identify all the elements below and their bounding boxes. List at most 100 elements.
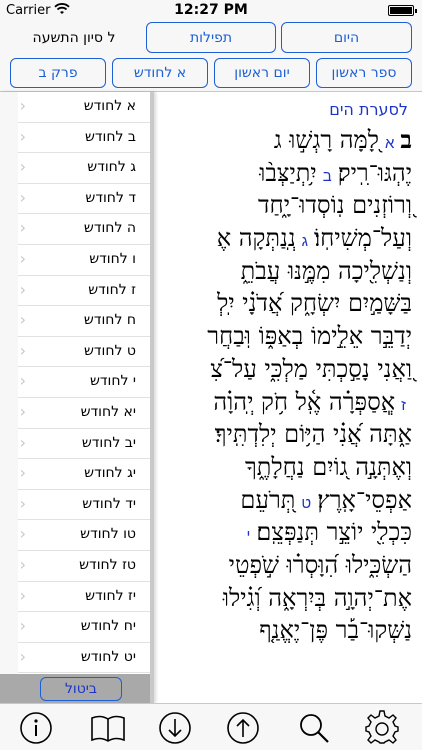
list-item-label: יד לחודש (82, 495, 136, 512)
list-item[interactable]: › יא לחודש (18, 398, 150, 429)
verse-text: וְעַל־מְשִׁיחֽוֹ׃ (314, 224, 412, 253)
verse-number[interactable]: א (385, 135, 394, 152)
list-item[interactable]: › יב לחודש (18, 429, 150, 460)
status-bar: Carrier 12:27 PM (0, 0, 422, 20)
hebrew-date: ל סיון התשעה (32, 30, 116, 46)
list-item-label: טו לחודש (80, 526, 136, 543)
list-item[interactable]: › יח לחודש (18, 612, 150, 643)
list-item[interactable]: › יז לחודש (18, 582, 150, 613)
chevron-right-icon: › (19, 157, 26, 177)
chevron-right-icon: › (19, 463, 26, 483)
verse-text: אַפְסֵי־אָֽרֶץ׃ (317, 485, 412, 514)
list-item[interactable]: › ח לחודש (18, 306, 150, 337)
chevron-right-icon: › (19, 126, 26, 146)
list-item[interactable]: › ה לחודש (18, 214, 150, 245)
list-item[interactable]: › א לחודש (18, 92, 150, 123)
list-item[interactable]: › י לחודש (18, 367, 150, 398)
chevron-right-icon: › (19, 646, 26, 666)
chevron-right-icon: › (19, 310, 26, 330)
list-item-label: ד לחודש (85, 189, 136, 206)
arrow-up-icon[interactable] (225, 710, 261, 746)
list-item[interactable]: › יד לחודש (18, 490, 150, 521)
clock: 12:27 PM (174, 2, 248, 18)
verse-text: וְאֶתְּנָ֣ה ג֭וֹיִם נַחֲלָתֶ֑ךָ (244, 452, 412, 481)
picker-footer: ביטול (0, 674, 150, 703)
list-item[interactable]: › ב לחודש (18, 123, 150, 154)
chevron-right-icon: › (19, 432, 26, 452)
list-item-label: ג לחודש (87, 159, 136, 176)
chevron-right-icon: › (19, 248, 26, 268)
list-item[interactable]: › טז לחודש (18, 551, 150, 582)
verse-text: וְ֭רוֹזְנִים נֽוֹסְדוּ־יָ֑חַד (258, 191, 412, 220)
chapter-button[interactable]: פרק ב (10, 58, 106, 88)
list-item-label: יג לחודש (84, 465, 136, 482)
list-item-label: טז לחודש (79, 556, 136, 573)
verse-text: וְנַשְׁלִ֖יכָה מִמֶּ֣נּוּ עֲבֹתֵ֑ (240, 256, 412, 285)
chevron-right-icon: › (19, 585, 26, 605)
chapter-letter: ב (400, 125, 412, 154)
chapter-heading-link[interactable]: לסערת הים (329, 100, 408, 119)
verse-text: אַ֑תָּה אֲ֝נִ֗י הַיּ֥וֹם יְלִדְתִּֽיךָ׃ (214, 420, 412, 449)
list-item-label: יב לחודש (81, 434, 136, 451)
list-item[interactable]: › יט לחודש (18, 643, 150, 674)
verse-text: אֲֽסַפְּרָ֗ה אֶֽ֫ל חֹ֥ק יְֽהוָ֗ה (213, 387, 396, 416)
search-icon[interactable] (296, 710, 332, 746)
verse-text: יֶהְגּוּ־רִֽיק׃ (337, 158, 412, 187)
list-item-label: י לחודש (89, 373, 136, 390)
book-icon[interactable] (90, 710, 126, 746)
day-first-button[interactable]: יום ראשון (214, 58, 310, 88)
verse-number[interactable]: ז (401, 397, 406, 414)
list-item-label: יח לחודש (80, 618, 136, 635)
verse-text: יְדַבֵּ֣ר אֵלֵ֣ימוֹ בְאַפּ֑וֹ וּֽבַחֲר (207, 322, 412, 351)
chevron-right-icon: › (19, 218, 26, 238)
list-item-label: ו לחודש (89, 250, 136, 267)
book-first-button[interactable]: ספר ראשון (316, 58, 412, 88)
bottom-toolbar (0, 703, 422, 750)
list-item[interactable]: › ז לחודש (18, 276, 150, 307)
chevron-right-icon: › (19, 279, 26, 299)
verse-text: לָ֭מָּה רָגְשׁ֣וּ ג (273, 126, 379, 154)
list-item-label: יא לחודש (80, 403, 136, 420)
cancel-button[interactable]: ביטול (40, 677, 122, 701)
chevron-right-icon: › (19, 616, 26, 636)
verse-text: יִ֥תְיַצְּב֨וּ (259, 158, 317, 187)
verse-number[interactable]: ט (301, 495, 311, 512)
verse-number[interactable]: י (246, 527, 250, 544)
chevron-right-icon: › (19, 371, 26, 391)
chevron-right-icon: › (19, 493, 26, 513)
info-icon[interactable] (18, 710, 54, 746)
list-item[interactable]: › ט לחודש (18, 337, 150, 368)
list-item[interactable]: › יג לחודש (18, 459, 150, 490)
list-item[interactable]: › טו לחודש (18, 520, 150, 551)
day-list[interactable]: › א לחודש › ב לחודש › ג לחודש › ד לחודש › ה ל… (0, 92, 150, 674)
verse-number[interactable]: ב (323, 168, 332, 185)
list-item-label: יז לחודש (85, 587, 136, 604)
list-item[interactable]: › ג לחודש (18, 153, 150, 184)
month-day-picker: › א לחודש › ב לחודש › ג לחודש › ד לחודש › ה ל… (0, 92, 154, 703)
verse-text: אֶת־יְהוָ֣ה בְּיִרְאָ֑ה וְ֝גִ֗ילוּ (222, 583, 412, 612)
gear-icon[interactable] (364, 710, 400, 746)
month-day-button[interactable]: א לחודש (112, 58, 208, 88)
verse-text: כִּכְלִ֖י יוֹצֵ֣ר תְּנַפְּצֵֽם׃ (256, 518, 412, 547)
list-item-label: ט לחודש (83, 342, 136, 359)
list-item-label: יט לחודש (80, 648, 136, 665)
chevron-right-icon: › (19, 524, 26, 544)
list-item-label: ה לחודש (83, 220, 136, 237)
verse-text: נְֽנַתְּקָה אֶ (216, 224, 296, 253)
list-item-label: ז לחודש (88, 281, 136, 298)
chevron-right-icon: › (19, 187, 26, 207)
chevron-right-icon: › (19, 401, 26, 421)
verse-text: וַ֭אֲנִי נָסַ֣כְתִּי מַלְכִּ֑י עַל־צִ֝ (210, 354, 412, 383)
verse-text: הַשְׂכִּ֑ילוּ הִ֝וָּסְר֗וּ שֹׁ֣פְטֵי (228, 550, 412, 579)
top-toolbar: ל סיון התשעה תפילות היום פרק ב א לחודש י… (0, 20, 422, 92)
list-item[interactable]: › ו לחודש (18, 245, 150, 276)
chevron-right-icon: › (19, 340, 26, 360)
list-item[interactable]: › ד לחודש (18, 184, 150, 215)
battery-icon (388, 5, 417, 16)
verse-number[interactable]: ג (302, 233, 308, 250)
today-button[interactable]: היום (281, 22, 412, 53)
prayers-button[interactable]: תפילות (146, 22, 276, 53)
arrow-down-icon[interactable] (157, 710, 193, 746)
chevron-right-icon: › (19, 96, 26, 115)
verse-text: תְּ֭רֹעֵם (240, 485, 296, 514)
